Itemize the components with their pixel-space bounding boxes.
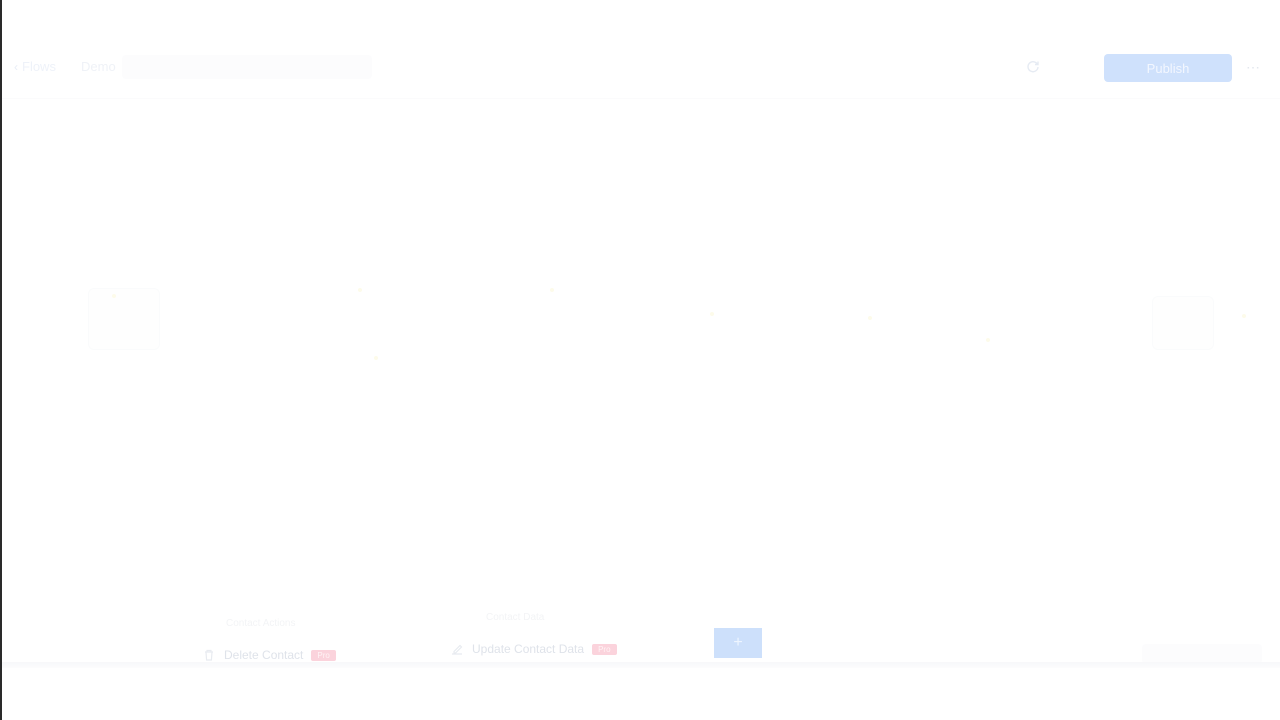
canvas-connector-dot [986, 338, 990, 342]
back-to-flows-link[interactable]: ‹ Flows [14, 59, 56, 74]
canvas-connector-dot [1242, 314, 1246, 318]
tray-item-label: Delete Contact [224, 648, 304, 662]
edit-icon [452, 644, 463, 655]
trash-icon [205, 649, 213, 661]
tray-item-update-contact-data[interactable]: Update Contact Data Pro [450, 634, 617, 664]
tray-group-label: Contact Actions [226, 618, 296, 629]
canvas-connector-dot [374, 356, 378, 360]
back-link-label: Flows [22, 59, 56, 74]
add-step-button[interactable]: + [714, 628, 762, 658]
app-window: ‹ Flows Demo Publish ⋯ Contact Actions C… [0, 0, 1280, 720]
tray-shadow [2, 662, 1280, 668]
flow-name[interactable]: Demo [81, 59, 116, 74]
canvas-connector-dot [358, 288, 362, 292]
flow-canvas[interactable] [2, 110, 1280, 610]
refresh-icon[interactable] [1026, 60, 1040, 74]
canvas-connector-dot [550, 288, 554, 292]
publish-button[interactable]: Publish [1104, 54, 1232, 82]
chevron-left-icon: ‹ [14, 59, 18, 74]
canvas-connector-dot [112, 294, 116, 298]
action-tray: Contact Actions Contact Data Delete Cont… [2, 600, 1280, 670]
canvas-node[interactable] [1152, 296, 1214, 350]
canvas-node[interactable] [88, 288, 160, 350]
top-bar-divider [2, 98, 1280, 99]
canvas-connector-dot [868, 316, 872, 320]
pro-badge: Pro [592, 643, 617, 655]
zoom-controls[interactable] [1142, 644, 1262, 664]
more-options-icon[interactable]: ⋯ [1246, 59, 1261, 76]
top-bar: ‹ Flows Demo Publish ⋯ [2, 40, 1280, 99]
tray-group-label: Contact Data [486, 612, 545, 623]
tray-item-label: Update Contact Data [472, 642, 585, 656]
pro-badge: Pro [311, 649, 336, 661]
canvas-connector-dot [710, 312, 714, 316]
flow-name-placeholder-area [122, 55, 372, 79]
